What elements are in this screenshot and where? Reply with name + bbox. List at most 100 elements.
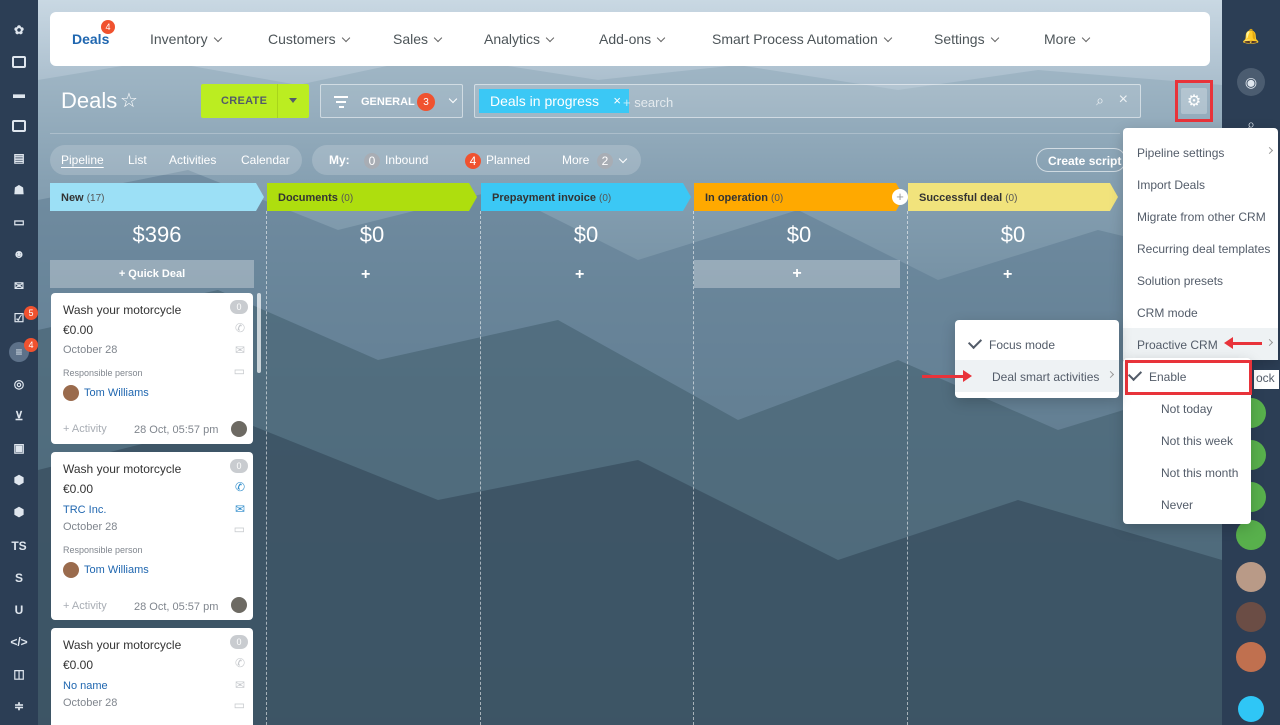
search-icon[interactable]: ⌕ — [1096, 92, 1104, 109]
stage-in-operation[interactable]: In operation (0) — [694, 183, 904, 211]
robot-icon[interactable]: ☗ — [9, 180, 29, 200]
counter-more[interactable]: More — [562, 153, 589, 167]
nav-deals[interactable]: Deals — [72, 31, 109, 47]
nav-customers[interactable]: Customers — [268, 31, 350, 47]
menu-item-import[interactable]: Import Deals — [1123, 168, 1278, 200]
calendar-avatar[interactable] — [1236, 642, 1266, 672]
stage-new[interactable]: New (17) — [50, 183, 264, 211]
deal-card[interactable]: Wash your motorcycle 0 €0.00 ✆ ✉ October… — [51, 293, 253, 444]
responsible-person[interactable]: Tom Williams — [63, 562, 149, 578]
calendar-icon[interactable] — [9, 116, 29, 136]
menu-item-not-this-month[interactable]: Not this month — [1123, 456, 1251, 488]
mail-icon[interactable]: ✉ — [235, 343, 245, 357]
documents-icon[interactable]: ▤ — [9, 148, 29, 168]
filter-button[interactable]: GENERAL 3 — [320, 84, 463, 118]
bell-icon[interactable]: 🔔 — [1237, 22, 1265, 50]
stage-documents[interactable]: Documents (0) — [267, 183, 477, 211]
sliders-icon[interactable]: ≑ — [9, 696, 29, 716]
add-activity-button[interactable]: + Activity — [63, 423, 107, 435]
add-deal-button[interactable]: + — [694, 260, 900, 288]
groups-icon[interactable]: ☻ — [9, 244, 29, 264]
phone-icon[interactable]: ✆ — [235, 656, 245, 670]
add-deal-button[interactable]: + — [575, 266, 584, 284]
sidebar-item-s[interactable]: S — [9, 568, 29, 588]
deal-title[interactable]: Wash your motorcycle — [63, 638, 181, 652]
add-deal-button[interactable]: + — [361, 266, 370, 284]
stage-prepayment[interactable]: Prepayment invoice (0) — [481, 183, 691, 211]
search-field[interactable]: Deals in progress × + search ⌕ × — [474, 84, 1141, 118]
code-icon[interactable]: </> — [9, 632, 29, 652]
menu-item-not-this-week[interactable]: Not this week — [1123, 424, 1251, 456]
company-link[interactable]: TRC Inc. — [63, 504, 106, 516]
tab-list[interactable]: List — [128, 153, 147, 167]
add-deal-button[interactable]: + — [1003, 266, 1012, 284]
chat-icon[interactable]: ▬ — [9, 84, 29, 104]
chat-icon[interactable]: ▭ — [234, 522, 245, 536]
tab-pipeline[interactable]: Pipeline — [61, 153, 104, 167]
company-link[interactable]: No name — [63, 680, 108, 692]
box-icon[interactable]: ⬢ — [9, 470, 29, 490]
add-stage-icon[interactable]: + — [892, 189, 908, 205]
deal-card[interactable]: Wash your motorcycle 0 €0.00 ✆ No name ✉… — [51, 628, 253, 725]
target-icon[interactable]: ◎ — [9, 374, 29, 394]
contacts-icon[interactable]: ▣ — [9, 438, 29, 458]
group-avatar[interactable] — [1236, 520, 1266, 550]
gear-icon[interactable]: ⚙ — [1181, 88, 1207, 114]
add-activity-button[interactable]: + Activity — [63, 600, 107, 612]
stage-successful[interactable]: Successful deal (0) — [908, 183, 1118, 211]
chat-icon[interactable]: ▭ — [234, 698, 245, 712]
apps-icon[interactable]: ◫ — [9, 664, 29, 684]
chat-bubble-icon[interactable]: ◉ — [1237, 68, 1265, 96]
star-icon[interactable]: ☆ — [120, 88, 138, 113]
menu-item-deal-smart-activities[interactable]: Deal smart activities — [955, 360, 1119, 392]
menu-item-solution-presets[interactable]: Solution presets — [1123, 264, 1278, 296]
mail-icon[interactable]: ✉ — [235, 502, 245, 516]
phone-icon[interactable]: ✆ — [235, 480, 245, 494]
menu-item-migrate[interactable]: Migrate from other CRM — [1123, 200, 1278, 232]
feed-icon[interactable] — [9, 52, 29, 72]
create-button[interactable]: CREATE — [201, 84, 309, 118]
nav-sales[interactable]: Sales — [393, 31, 443, 47]
nav-analytics[interactable]: Analytics — [484, 31, 555, 47]
counter-planned[interactable]: Planned — [486, 153, 530, 167]
deal-card[interactable]: Wash your motorcycle 0 €0.00 ✆ TRC Inc. … — [51, 452, 253, 620]
nav-inventory[interactable]: Inventory — [150, 31, 222, 47]
close-icon[interactable]: × — [613, 89, 621, 113]
nav-more[interactable]: More — [1044, 31, 1091, 47]
deal-title[interactable]: Wash your motorcycle — [63, 462, 181, 476]
tab-activities[interactable]: Activities — [169, 153, 216, 167]
avatar[interactable] — [1236, 562, 1266, 592]
mail-icon[interactable]: ✉ — [235, 678, 245, 692]
nav-smart-process[interactable]: Smart Process Automation — [712, 31, 892, 47]
menu-item-recurring[interactable]: Recurring deal templates — [1123, 232, 1278, 264]
scrollbar[interactable] — [257, 293, 261, 373]
menu-item-never[interactable]: Never — [1123, 488, 1251, 520]
search-input[interactable]: + search — [623, 95, 673, 110]
menu-item-not-today[interactable]: Not today — [1123, 392, 1251, 424]
menu-item-pipeline-settings[interactable]: Pipeline settings — [1123, 136, 1278, 168]
menu-item-crm-mode[interactable]: CRM mode — [1123, 296, 1278, 328]
responsible-person[interactable]: Tom Williams — [63, 385, 149, 401]
bitrix-logo-icon[interactable]: ✿ — [9, 20, 29, 40]
deal-title[interactable]: Wash your motorcycle — [63, 303, 181, 317]
quick-deal-button[interactable]: + Quick Deal — [50, 260, 254, 288]
create-script-button[interactable]: Create script — [1036, 148, 1126, 172]
call-icon[interactable] — [1238, 696, 1264, 722]
caret-down-icon[interactable] — [289, 98, 297, 103]
drive-icon[interactable]: ▭ — [9, 212, 29, 232]
phone-icon[interactable]: ✆ — [235, 321, 245, 335]
nav-addons[interactable]: Add-ons — [599, 31, 666, 47]
avatar[interactable] — [1236, 602, 1266, 632]
tab-calendar[interactable]: Calendar — [241, 153, 290, 167]
box-alt-icon[interactable]: ⬢ — [9, 502, 29, 522]
chat-icon[interactable]: ▭ — [234, 364, 245, 378]
shop-cart-icon[interactable]: ⊻ — [9, 406, 29, 426]
mail-icon[interactable]: ✉ — [9, 276, 29, 296]
sidebar-item-u[interactable]: U — [9, 600, 29, 620]
nav-settings[interactable]: Settings — [934, 31, 999, 47]
menu-item-focus-mode[interactable]: Focus mode — [955, 328, 1119, 360]
clear-icon[interactable]: × — [1119, 91, 1128, 109]
sidebar-item-ts[interactable]: TS — [9, 536, 29, 556]
filter-tag[interactable]: Deals in progress × — [479, 89, 629, 113]
counter-inbound[interactable]: Inbound — [385, 153, 428, 167]
